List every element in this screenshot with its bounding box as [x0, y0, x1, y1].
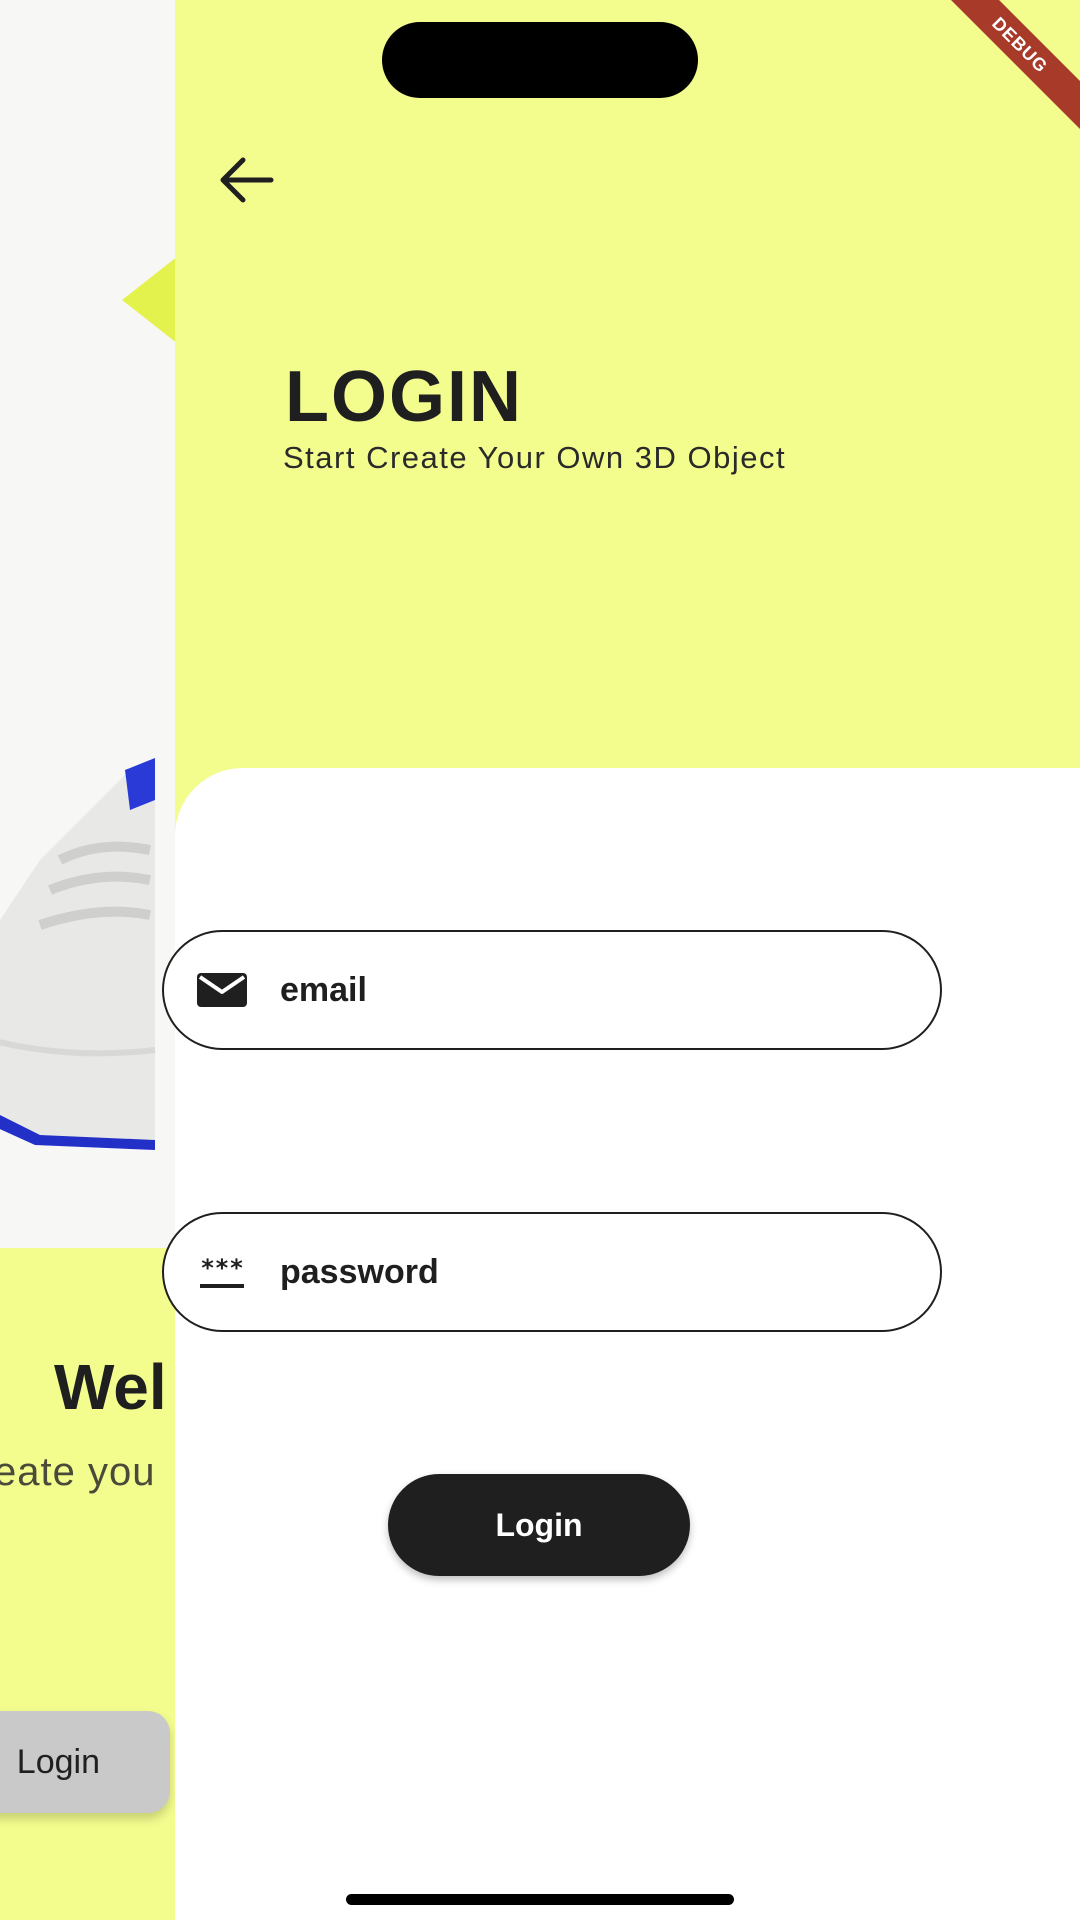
background-screen: Wel eate you Login — [0, 0, 175, 1920]
dynamic-island — [382, 22, 698, 98]
app-stage: Wel eate you Login DEBUG LOGIN Start Cre… — [0, 0, 1080, 1920]
page-subtitle: Start Create Your Own 3D Object — [283, 440, 787, 475]
email-input[interactable] — [280, 970, 780, 1010]
page-title: LOGIN — [285, 357, 523, 437]
background-diamond-shape — [122, 256, 175, 344]
background-login-label: Login — [16, 1742, 100, 1781]
password-input[interactable] — [280, 1252, 780, 1292]
background-subtitle-text: eate you — [0, 1450, 156, 1494]
back-button[interactable] — [213, 150, 283, 210]
login-button[interactable]: Login — [388, 1474, 690, 1576]
password-field[interactable]: *** — [162, 1212, 942, 1332]
sneaker-image — [0, 758, 156, 1150]
arrow-back-icon — [220, 157, 274, 203]
mail-icon — [194, 970, 250, 1010]
background-bottom-panel — [0, 1248, 175, 1920]
debug-banner: DEBUG — [923, 0, 1080, 142]
password-icon: *** — [194, 1252, 250, 1292]
email-field[interactable] — [162, 930, 942, 1050]
password-icon-glyph: *** — [200, 1256, 244, 1288]
background-login-button[interactable]: Login — [0, 1711, 170, 1813]
home-indicator — [346, 1894, 734, 1905]
background-welcome-text: Wel — [54, 1351, 167, 1423]
